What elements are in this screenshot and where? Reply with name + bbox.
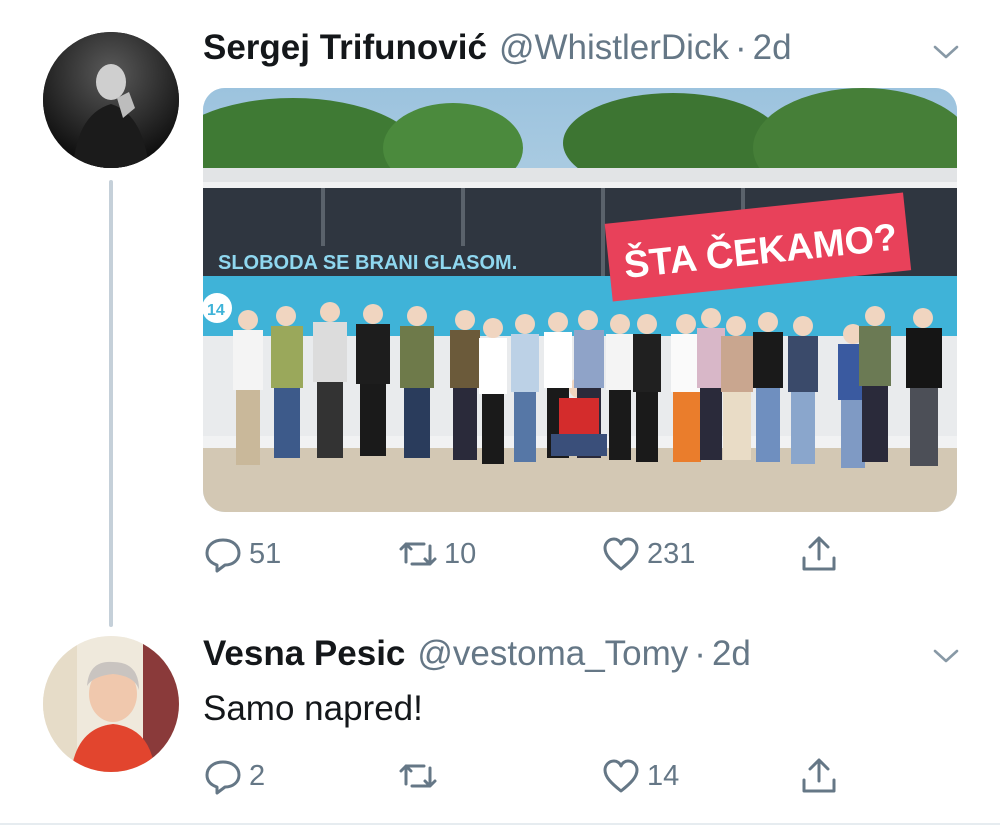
divider	[0, 823, 1000, 825]
tweet-header: Sergej Trifunović @WhistlerDick · 2d	[203, 28, 792, 68]
retweet-icon	[398, 756, 438, 796]
reply-button[interactable]: 2	[203, 756, 265, 796]
avatar[interactable]	[43, 636, 179, 772]
banner-slogan: SLOBODA SE BRANI GLASOM.	[218, 252, 517, 274]
tweet-text: Samo napred!	[203, 689, 423, 728]
reply-button[interactable]: 51	[203, 534, 281, 574]
user-handle[interactable]: @WhistlerDick	[499, 28, 729, 68]
separator-dot: ·	[694, 634, 706, 673]
like-count: 231	[647, 537, 696, 570]
retweet-button[interactable]: 10	[398, 534, 476, 574]
user-handle[interactable]: @vestoma_Tomy	[417, 634, 688, 674]
like-button[interactable]: 231	[601, 534, 695, 574]
tweet-actions: 2 14	[203, 756, 903, 800]
reply-count: 51	[249, 537, 282, 570]
retweet-button[interactable]	[398, 756, 444, 796]
display-name[interactable]: Sergej Trifunović	[203, 28, 487, 68]
like-count: 14	[647, 759, 680, 792]
like-icon	[601, 756, 641, 796]
list-number: 14	[207, 302, 225, 319]
chevron-down-icon[interactable]	[932, 42, 960, 62]
retweet-icon	[398, 534, 438, 574]
reply-icon	[203, 534, 243, 574]
separator-dot: ·	[734, 28, 747, 67]
retweet-count: 10	[444, 537, 477, 570]
reply-count: 2	[249, 759, 266, 792]
share-icon	[799, 756, 839, 796]
display-name[interactable]: Vesna Pesic	[203, 634, 405, 674]
share-button[interactable]	[799, 534, 839, 574]
tweet-header: Vesna Pesic @vestoma_Tomy · 2d	[203, 634, 751, 674]
tweet-actions: 51 10 231	[203, 534, 903, 578]
like-button[interactable]: 14	[601, 756, 679, 796]
reply-icon	[203, 756, 243, 796]
thread-connector-line	[109, 180, 113, 627]
avatar[interactable]	[43, 32, 179, 168]
like-icon	[601, 534, 641, 574]
share-button[interactable]	[799, 756, 839, 796]
share-icon	[799, 534, 839, 574]
timestamp[interactable]: 2d	[753, 28, 792, 68]
chevron-down-icon[interactable]	[932, 646, 960, 666]
timestamp[interactable]: 2d	[712, 634, 751, 674]
tweet-photo[interactable]: SLOBODA SE BRANI GLASOM. 14 ŠTA ČEKAMO?	[203, 88, 957, 512]
